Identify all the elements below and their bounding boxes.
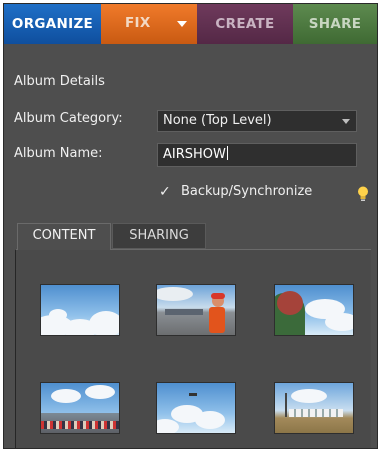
tab-content-label: CONTENT	[32, 228, 96, 243]
album-category-select[interactable]: None (Top Level)	[157, 110, 357, 132]
photo-thumbnail[interactable]	[156, 284, 236, 336]
tab-organize-label: ORGANIZE	[11, 16, 94, 32]
backup-checkbox[interactable]: ✓	[159, 184, 171, 200]
tab-share[interactable]: SHARE	[293, 4, 377, 44]
album-panel: ORGANIZE FIX CREATE SHARE Album Details …	[3, 3, 378, 449]
chevron-down-icon	[342, 119, 350, 124]
text-caret	[226, 146, 228, 160]
tab-fix-label: FIX	[125, 15, 151, 31]
tab-create-label: CREATE	[215, 16, 275, 32]
photo-thumbnail[interactable]	[40, 284, 120, 336]
photo-thumbnail[interactable]	[40, 382, 120, 434]
tab-create[interactable]: CREATE	[197, 4, 293, 44]
lightbulb-icon[interactable]	[356, 185, 370, 203]
tab-organize[interactable]: ORGANIZE	[4, 4, 101, 44]
album-name-input[interactable]: AIRSHOW	[157, 143, 357, 167]
photo-thumbnail[interactable]	[156, 382, 236, 434]
album-category-value: None (Top Level)	[163, 113, 272, 128]
dropdown-arrow-icon[interactable]	[177, 21, 187, 27]
photo-thumbnail[interactable]	[274, 284, 354, 336]
backup-label: Backup/Synchronize	[181, 184, 313, 199]
album-details-title: Album Details	[14, 74, 105, 89]
tab-sharing[interactable]: SHARING	[112, 223, 206, 249]
album-category-label: Album Category:	[14, 111, 123, 126]
tab-share-label: SHARE	[308, 16, 362, 32]
album-name-label: Album Name:	[14, 146, 103, 161]
tab-fix[interactable]: FIX	[101, 4, 197, 44]
tab-content[interactable]: CONTENT	[17, 223, 111, 250]
photo-thumbnail[interactable]	[274, 382, 354, 434]
thumbnail-grid	[15, 249, 371, 448]
workspace-tabs: ORGANIZE FIX CREATE SHARE	[4, 4, 377, 44]
album-name-value: AIRSHOW	[163, 147, 226, 162]
tab-sharing-label: SHARING	[129, 228, 189, 243]
